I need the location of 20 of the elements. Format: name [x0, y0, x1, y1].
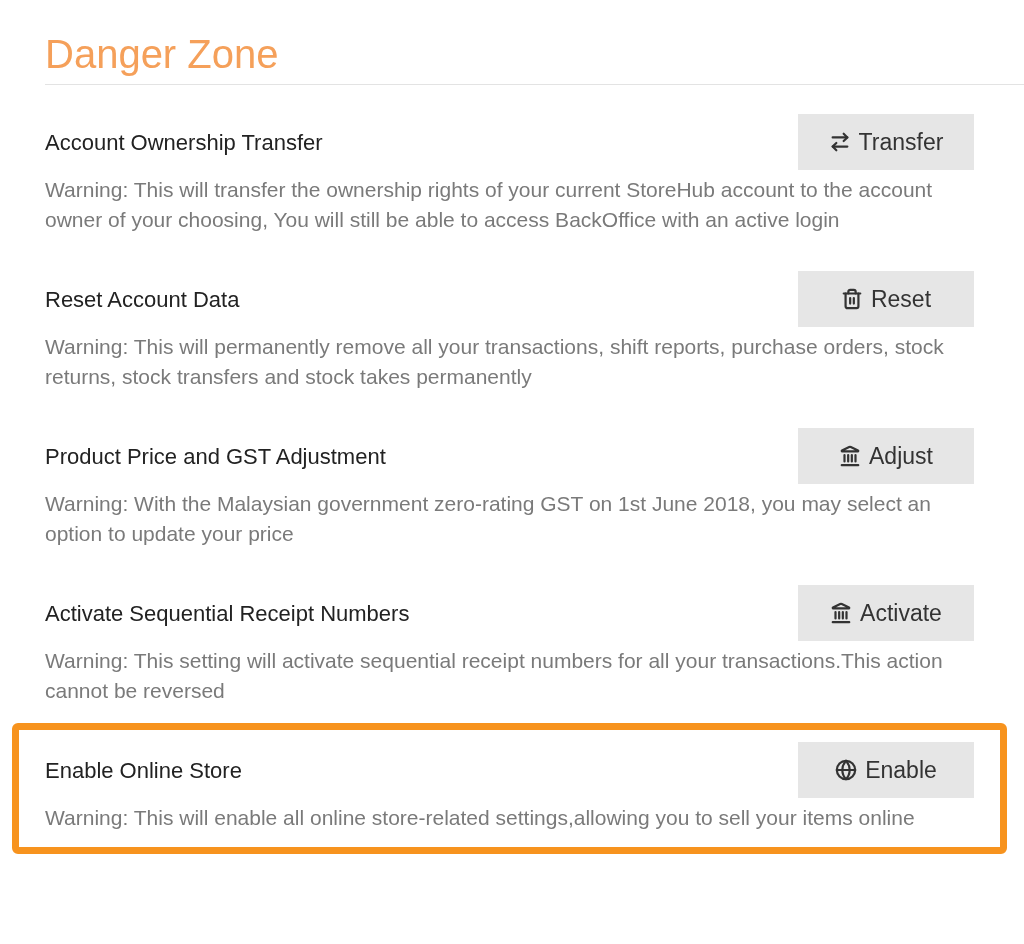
warning-text: Warning: This will permanently remove all your transactions, shift reports, purchase orders, stock returns, stock transfers and stock takes permanently [45, 334, 945, 390]
warning-text: Warning: This will transfer the ownership rights of your current StoreHub account to the account owner of your choosing, You will still be able to access BackOffice with an active login [45, 177, 934, 233]
section-title: Product Price and GST Adjustment [45, 442, 386, 471]
bank-icon [839, 445, 862, 467]
bank-icon [830, 602, 853, 624]
section-title: Account Ownership Transfer [45, 128, 323, 157]
action-button[interactable]: Transfer [798, 114, 974, 170]
section-title: Activate Sequential Receipt Numbers [45, 599, 410, 628]
trash-icon [840, 288, 863, 310]
warning-text: Warning: This will enable all online store-related settings,allowing you to sell your items online [45, 805, 916, 831]
action-button[interactable]: Adjust [798, 428, 974, 484]
globe-icon [835, 759, 858, 781]
action-button[interactable]: Enable [798, 742, 974, 798]
action-button[interactable]: Reset [798, 271, 974, 327]
page-heading: Danger Zone [45, 31, 280, 78]
action-button[interactable]: Activate [798, 585, 974, 641]
section-title: Enable Online Store [45, 756, 242, 785]
warning-text: Warning: This setting will activate sequential receipt numbers for all your transactions.This action cannot be reversed [45, 648, 944, 704]
warning-text: Warning: With the Malaysian government zero-rating GST on 1st June 2018, you may select an option to update your price [45, 491, 932, 547]
section-title: Reset Account Data [45, 285, 240, 314]
